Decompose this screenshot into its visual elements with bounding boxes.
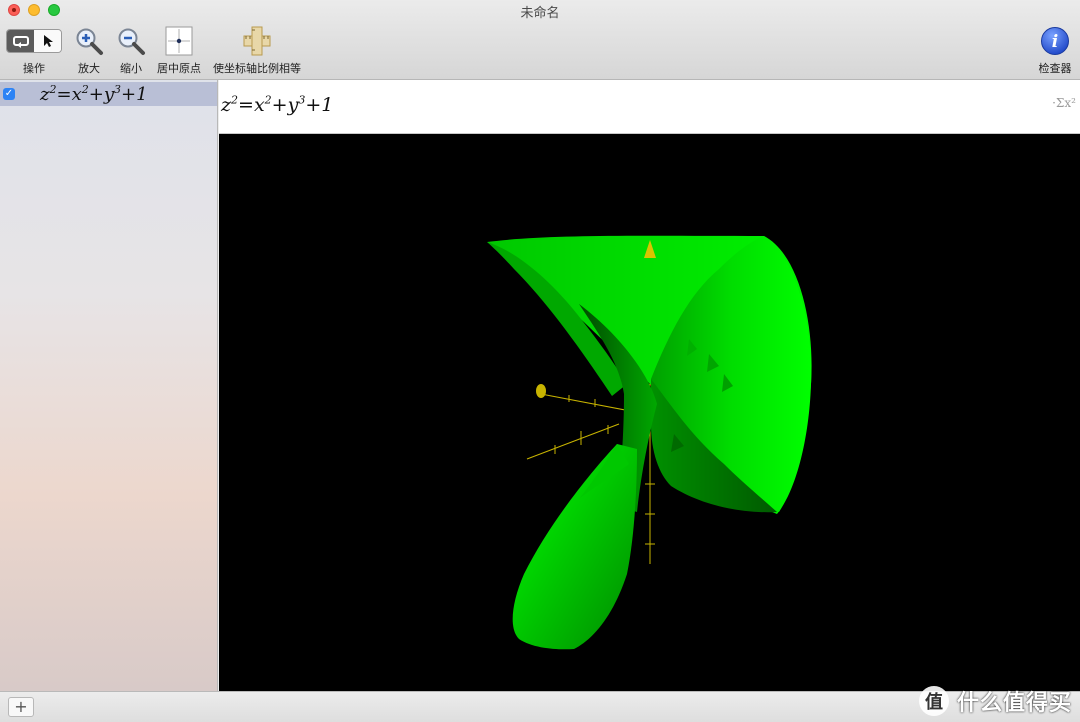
window-title: 未命名 [520, 6, 560, 21]
pointer-icon[interactable] [34, 30, 61, 52]
center-origin-icon [152, 24, 206, 58]
equation-list-item-formula: z2=x2+y3+1 [40, 83, 148, 105]
rotate-icon[interactable] [7, 30, 34, 52]
bottom-bar: + 值 什么值得买 [0, 686, 1080, 722]
zoom-out-label: 缩小 [120, 62, 142, 75]
equal-axes-button[interactable]: 使坐标轴比例相等 [208, 24, 306, 76]
checkbox-icon[interactable]: ✓ [3, 88, 15, 100]
equation-list-sidebar: ✓ z2=x2+y3+1 [0, 80, 218, 691]
equal-axes-icon [208, 24, 306, 58]
info-icon: i [1032, 24, 1078, 58]
inspector-button[interactable]: i 检查器 [1032, 24, 1078, 76]
graph-canvas[interactable] [219, 134, 1080, 691]
zoom-in-button[interactable]: 放大 [72, 24, 106, 76]
center-origin-button[interactable]: 居中原点 [152, 24, 206, 76]
watermark-logo-icon: 值 [918, 686, 949, 716]
equal-axes-label: 使坐标轴比例相等 [213, 62, 301, 75]
operate-segmented-control[interactable] [6, 29, 62, 53]
operate-label: 操作 [23, 62, 45, 75]
operate-tool[interactable]: 操作 [6, 24, 62, 76]
surface [487, 235, 812, 650]
math-palette-button[interactable]: ·Σx² [1052, 96, 1076, 110]
inspector-label: 检查器 [1038, 62, 1072, 75]
equation-list-item[interactable]: ✓ z2=x2+y3+1 [0, 82, 217, 106]
center-origin-label: 居中原点 [157, 62, 201, 75]
equation-editor-formula[interactable]: z2=x2+y3+1 [221, 94, 333, 116]
watermark: 值 什么值得买 [917, 684, 1072, 718]
x-axis-arrow-icon [536, 384, 546, 398]
equation-editor[interactable]: z2=x2+y3+1 ·Σx² [219, 80, 1080, 134]
zoom-out-button[interactable]: 缩小 [114, 24, 148, 76]
zoom-out-icon [114, 24, 148, 58]
add-equation-button[interactable]: + [8, 697, 34, 717]
svg-text:值: 值 [925, 691, 943, 713]
zoom-in-icon [72, 24, 106, 58]
zoom-in-label: 放大 [78, 62, 100, 75]
window-titlebar: 未命名 操作 放大 缩小 居中原点 使坐标轴比例相等 i 检查器 [0, 0, 1080, 80]
svg-text:i: i [1052, 32, 1058, 52]
surface-plot[interactable] [219, 134, 1080, 691]
watermark-text: 什么值得买 [956, 691, 1072, 716]
